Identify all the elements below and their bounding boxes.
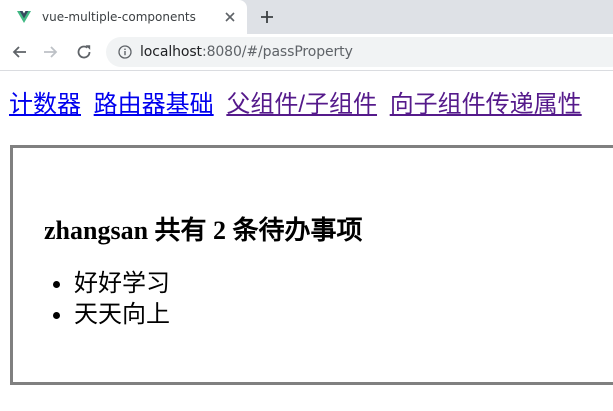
nav-link-router-basics[interactable]: 路由器基础 xyxy=(94,91,214,118)
page-content: 计数器 路由器基础 父组件/子组件 向子组件传递属性 zhangsan 共有 2… xyxy=(0,71,613,411)
url-path: :8080/#/passProperty xyxy=(201,44,353,60)
reload-icon[interactable] xyxy=(75,43,93,61)
todo-list: 好好学习 天天向上 xyxy=(44,268,170,330)
tab-title: vue-multiple-components xyxy=(42,10,196,24)
url-text: localhost:8080/#/passProperty xyxy=(140,44,353,60)
arrow-left-icon[interactable] xyxy=(11,43,29,61)
address-bar[interactable]: localhost:8080/#/passProperty xyxy=(106,37,613,67)
browser-tab[interactable]: vue-multiple-components xyxy=(0,0,247,34)
tab-strip: vue-multiple-components xyxy=(0,0,613,34)
vue-logo-icon xyxy=(17,11,31,23)
nav-link-parent-child[interactable]: 父组件/子组件 xyxy=(226,91,377,118)
browser-toolbar: localhost:8080/#/passProperty xyxy=(0,34,613,71)
nav-link-pass-property[interactable]: 向子组件传递属性 xyxy=(390,91,582,118)
router-nav: 计数器 路由器基础 父组件/子组件 向子组件传递属性 xyxy=(9,84,588,119)
todo-item: 好好学习 xyxy=(44,268,170,299)
url-host: localhost xyxy=(140,44,202,60)
todo-item: 天天向上 xyxy=(44,299,170,330)
nav-link-counter[interactable]: 计数器 xyxy=(9,91,81,118)
plus-icon[interactable] xyxy=(258,8,276,26)
close-icon[interactable] xyxy=(222,9,238,25)
todo-heading: zhangsan 共有 2 条待办事项 xyxy=(44,216,363,245)
todo-panel: zhangsan 共有 2 条待办事项 好好学习 天天向上 xyxy=(10,145,613,385)
info-icon[interactable] xyxy=(118,45,132,59)
arrow-right-icon[interactable] xyxy=(41,43,59,61)
